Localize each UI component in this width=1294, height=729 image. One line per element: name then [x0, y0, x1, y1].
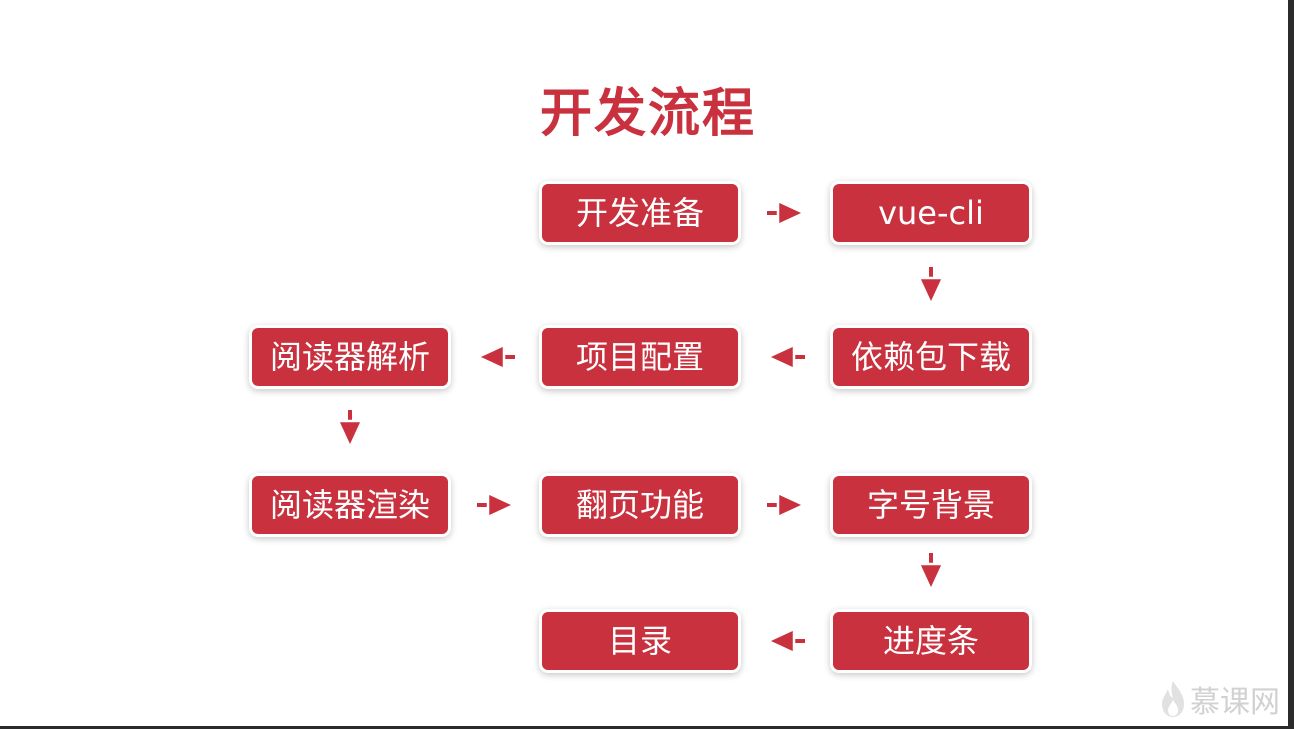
step-toc: 目录 [542, 612, 738, 670]
step-font-background: 字号背景 [833, 476, 1029, 534]
arrow-down-icon [908, 549, 954, 595]
slide-title: 开发流程 [540, 84, 757, 144]
arrow-right-icon [763, 190, 809, 236]
arrow-left-icon [763, 334, 809, 380]
arrow-left-icon [473, 334, 519, 380]
step-dev-prep: 开发准备 [542, 184, 738, 242]
watermark-logo: 慕课网 [1160, 677, 1280, 721]
step-progress-bar: 进度条 [833, 612, 1029, 670]
step-page-turn: 翻页功能 [542, 476, 738, 534]
slide: 开发流程 开发准备 vue-cli 阅读器解析 项目配置 依赖包下载 阅读器渲染… [0, 0, 1294, 729]
step-vue-cli: vue-cli [833, 184, 1029, 242]
watermark-text: 慕课网 [1190, 685, 1280, 720]
step-project-config: 项目配置 [542, 328, 738, 386]
arrow-left-icon [763, 618, 809, 664]
arrow-right-icon [473, 482, 519, 528]
step-reader-parse: 阅读器解析 [252, 328, 448, 386]
flame-icon [1162, 681, 1184, 717]
arrow-right-icon [763, 482, 809, 528]
step-reader-render: 阅读器渲染 [252, 476, 448, 534]
arrow-down-icon [908, 263, 954, 309]
arrow-down-icon [327, 406, 373, 452]
window-edge [1288, 0, 1294, 729]
step-deps-download: 依赖包下载 [833, 328, 1029, 386]
